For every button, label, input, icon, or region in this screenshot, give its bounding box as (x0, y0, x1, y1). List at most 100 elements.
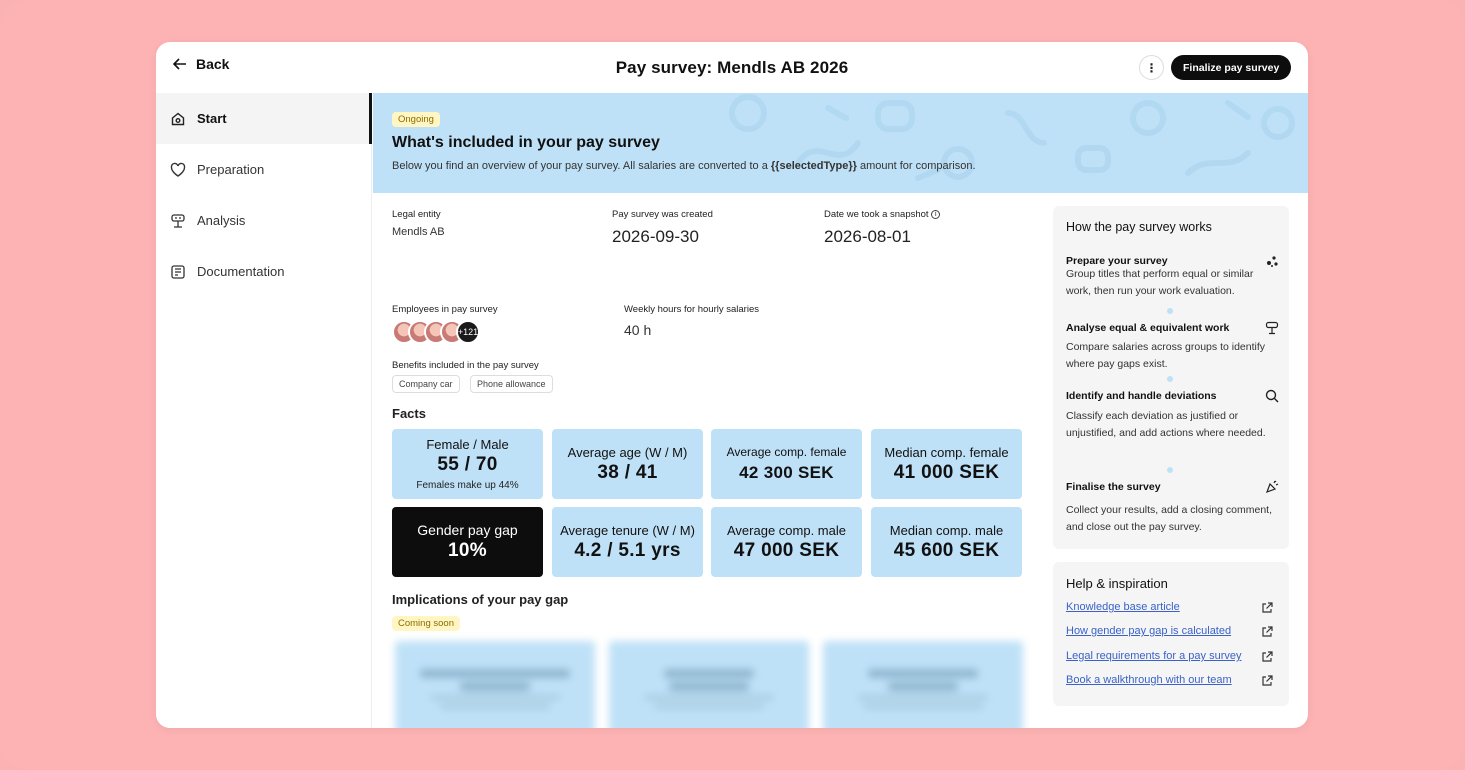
step-description: Group titles that perform equal or simil… (1066, 268, 1254, 297)
arrow-left-icon (172, 58, 186, 70)
sidebar-item-label: Preparation (197, 162, 265, 177)
fact-value: 4.2 / 5.1 yrs (574, 539, 681, 561)
step-connector (1167, 467, 1173, 473)
banner-heading: What's included in your pay survey (392, 134, 660, 151)
heart-icon (170, 162, 186, 177)
sidebar-item-documentation[interactable]: Documentation (156, 246, 371, 297)
help-title: Help & inspiration (1066, 576, 1168, 591)
employees-label: Employees in pay survey (392, 304, 498, 315)
scale-icon (1265, 321, 1279, 335)
sidebar: Start Preparation Analysis Documentation (156, 93, 372, 728)
hero-banner: Ongoing What's included in your pay surv… (373, 93, 1308, 193)
fact-value: 41 000 SEK (893, 461, 1000, 483)
fact-label: Median comp. female (884, 444, 1009, 460)
benefits-label: Benefits included in the pay survey (392, 360, 539, 371)
step-connector (1167, 376, 1173, 382)
weekly-hours-label: Weekly hours for hourly salaries (624, 304, 759, 315)
search-icon (1265, 389, 1279, 403)
implications-title: Implications of your pay gap (392, 592, 569, 607)
fact-card-avg-comp-male: Average comp. male 47 000 SEK (711, 507, 862, 577)
benefit-chip: Phone allowance (470, 375, 553, 393)
legal-entity-label: Legal entity (392, 209, 441, 220)
fact-value: 55 / 70 (437, 454, 498, 475)
step-title: Analyse equal & equivalent work (1066, 322, 1230, 334)
banner-desc-end: amount for comparison. (856, 160, 976, 172)
link-book-walkthrough[interactable]: Book a walkthrough with our team (1066, 674, 1232, 686)
fact-label: Average age (W / M) (567, 444, 688, 460)
fact-card-median-comp-male: Median comp. male 45 600 SEK (871, 507, 1022, 577)
status-badge: Ongoing (392, 112, 440, 127)
app-window: Back Pay survey: Mendls AB 2026 ⋮ Finali… (156, 42, 1308, 728)
how-it-works-panel: How the pay survey works Prepare your su… (1053, 206, 1289, 549)
main-content: Ongoing What's included in your pay surv… (373, 93, 1308, 728)
step-title: Identify and handle deviations (1066, 390, 1217, 402)
fact-value: 47 000 SEK (733, 539, 840, 561)
fact-sub: Females make up 44% (416, 480, 519, 491)
fact-card-avg-comp-female: Average comp. female 42 300 SEK (711, 429, 862, 499)
fact-card-gender-pay-gap: Gender pay gap 10% (392, 507, 543, 577)
created-label: Pay survey was created (612, 209, 713, 220)
step-connector (1167, 308, 1173, 314)
link-legal-requirements[interactable]: Legal requirements for a pay survey (1066, 650, 1241, 662)
fact-label: Female / Male (426, 437, 509, 452)
more-options-button[interactable]: ⋮ (1139, 55, 1164, 80)
placeholder-bar (654, 704, 764, 709)
blurred-card (609, 641, 809, 728)
fact-label: Median comp. male (889, 522, 1004, 538)
fact-value: 10% (448, 539, 487, 561)
placeholder-bar (863, 704, 983, 709)
fact-label: Average comp. female (726, 444, 847, 459)
fact-value: 45 600 SEK (893, 539, 1000, 561)
created-value: 2026-09-30 (612, 227, 699, 246)
back-label: Back (196, 56, 230, 72)
fact-value: 42 300 SEK (739, 462, 834, 482)
step-description: Compare salaries across groups to identi… (1066, 341, 1266, 370)
fact-card-average-tenure: Average tenure (W / M) 4.2 / 5.1 yrs (552, 507, 703, 577)
placeholder-bar (858, 695, 988, 700)
fact-label: Average tenure (W / M) (560, 522, 695, 538)
home-icon (171, 112, 185, 125)
link-knowledge-base[interactable]: Knowledge base article (1066, 601, 1180, 613)
weekly-hours-value: 40 h (624, 322, 652, 338)
placeholder-bar (644, 695, 774, 700)
snapshot-value: 2026-08-01 (824, 227, 911, 246)
placeholder-bar (440, 704, 550, 709)
blurred-card (395, 641, 595, 728)
fact-label: Average comp. male (727, 522, 846, 538)
snapshot-label: Date we took a snapshot i (824, 209, 941, 220)
step-title: Finalise the survey (1066, 481, 1161, 493)
external-link-icon[interactable] (1261, 626, 1273, 638)
benefit-chip: Company car (392, 375, 460, 393)
document-icon (171, 264, 185, 279)
external-link-icon[interactable] (1261, 602, 1273, 614)
legal-entity-value: Mendls AB (392, 226, 445, 238)
step-description: Collect your results, add a closing comm… (1066, 504, 1273, 533)
placeholder-bar (888, 682, 958, 691)
fact-value: 38 / 41 (597, 461, 658, 483)
placeholder-bar (868, 669, 978, 678)
link-gender-pay-gap[interactable]: How gender pay gap is calculated (1066, 625, 1231, 637)
finalize-button[interactable]: Finalize pay survey (1171, 55, 1292, 80)
sidebar-item-start[interactable]: Start (156, 93, 372, 144)
snapshot-label-text: Date we took a snapshot (824, 209, 929, 220)
sidebar-item-label: Start (197, 111, 227, 126)
placeholder-bar (460, 682, 530, 691)
employee-avatars[interactable]: +121 (392, 320, 480, 344)
facts-title: Facts (392, 406, 426, 421)
top-bar: Back Pay survey: Mendls AB 2026 ⋮ Finali… (156, 42, 1308, 93)
external-link-icon[interactable] (1261, 651, 1273, 663)
avatar-more-count: +121 (456, 320, 480, 344)
sidebar-item-preparation[interactable]: Preparation (156, 144, 371, 195)
sidebar-item-label: Documentation (197, 264, 285, 279)
sidebar-item-label: Analysis (197, 213, 246, 228)
pattern-decoration (729, 94, 1295, 181)
placeholder-bar (664, 669, 754, 678)
how-title: How the pay survey works (1066, 220, 1212, 234)
placeholder-bar (420, 669, 570, 678)
info-icon[interactable]: i (931, 209, 941, 219)
blurred-card (823, 641, 1023, 728)
fact-card-average-age: Average age (W / M) 38 / 41 (552, 429, 703, 499)
sidebar-item-analysis[interactable]: Analysis (156, 195, 371, 246)
back-button[interactable]: Back (172, 56, 229, 72)
external-link-icon[interactable] (1261, 675, 1273, 687)
